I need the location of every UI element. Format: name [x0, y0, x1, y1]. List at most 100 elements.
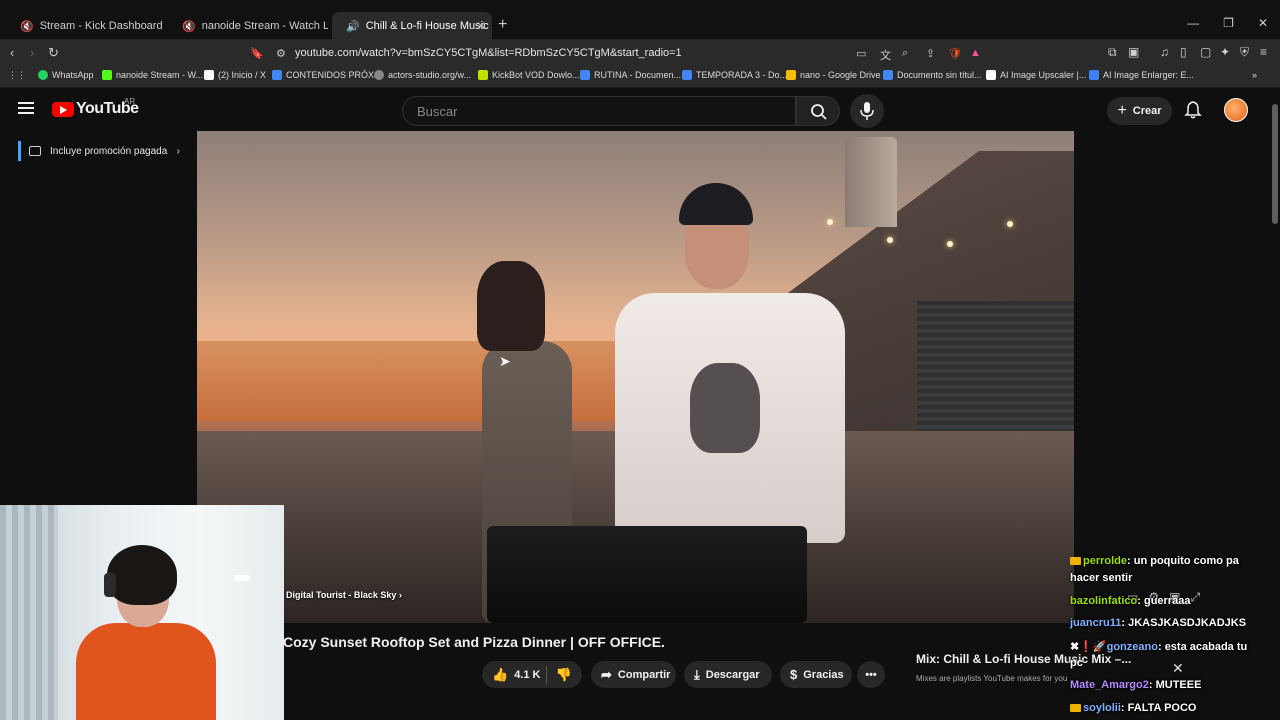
search-input[interactable]: Buscar: [402, 96, 796, 126]
kick-icon: [102, 70, 112, 80]
bookmark-temporada[interactable]: TEMPORADA 3 - Do...: [682, 70, 787, 80]
download-button[interactable]: ⤓ Descargar: [684, 661, 772, 688]
bookmarks-bar: ⋮⋮ WhatsApp nanoide Stream - W... (2) In…: [0, 66, 1280, 88]
bookmark-icon[interactable]: 🔖: [250, 47, 264, 60]
chat-emotes: ✖❗🚀: [1070, 641, 1107, 653]
plus-icon: +: [1117, 102, 1127, 119]
x-icon: [204, 70, 214, 80]
more-horizontal-icon: •••: [865, 668, 877, 681]
close-window-icon[interactable]: ✕: [1258, 16, 1268, 30]
thanks-icon: $: [790, 667, 798, 682]
bookmark-kickbot[interactable]: KickBot VOD Dowlo...: [478, 70, 580, 80]
apps-icon[interactable]: ⋮⋮: [8, 70, 26, 81]
video-scene-window: [917, 301, 1074, 451]
tab-nanoide-stream[interactable]: 🔇 nanoide Stream - Watch Live on: [168, 12, 328, 40]
chevron-right-icon: ›: [398, 590, 402, 600]
voice-search-button[interactable]: [850, 94, 884, 128]
hamburger-menu-icon[interactable]: [18, 102, 34, 114]
chat-message: ✖❗🚀gonzeano: esta acabada tu: [1070, 641, 1248, 653]
tab-kick-dashboard[interactable]: 🔇 Stream - Kick Dashboard: [6, 12, 166, 40]
tab-youtube-mix[interactable]: 🔊 Chill & Lo-fi House Music M ✕: [332, 12, 492, 40]
docs-icon: [682, 70, 692, 80]
thumbs-down-icon[interactable]: 👎: [555, 667, 571, 683]
cast-icon[interactable]: ▭: [856, 47, 866, 60]
mix-subtitle: Mixes are playlists YouTube makes for yo…: [916, 674, 1068, 683]
thumbs-up-icon[interactable]: 👍: [492, 667, 508, 683]
chat-message-continued: hacer sentir: [1070, 572, 1133, 584]
chat-message-continued: pc: [1070, 657, 1083, 669]
search-icon: [811, 104, 827, 120]
mix-playlist-card[interactable]: Mix: Chill & Lo-fi House Music Mix –... …: [904, 642, 1184, 692]
globe-icon: [374, 70, 384, 80]
chat-message: juancru11: JKASJKASDJKADJKS: [1070, 617, 1247, 629]
translate-icon[interactable]: 文: [880, 47, 891, 63]
tab-label: Stream - Kick Dashboard: [39, 20, 163, 32]
thanks-button[interactable]: $ Gracias: [780, 661, 852, 688]
stream-chat-overlay: perrolde: un poquito como pa hacer senti…: [1067, 553, 1277, 720]
browser-toolbar: ‹ › ↻ 🔖 ⚙ youtube.com/watch?v=bmSzCY5CTg…: [0, 40, 1280, 66]
docs-icon: [883, 70, 893, 80]
new-tab-button[interactable]: +: [498, 16, 507, 34]
restore-icon[interactable]: ❐: [1223, 16, 1234, 30]
leo-icon[interactable]: ✦: [1220, 45, 1230, 59]
sidebar-icon[interactable]: ▯: [1180, 45, 1187, 59]
window-controls: — ❐ ✕: [1187, 16, 1280, 30]
minimize-icon[interactable]: —: [1187, 16, 1199, 30]
whatsapp-icon: [38, 70, 48, 80]
reload-icon[interactable]: ↻: [48, 45, 59, 61]
close-tab-icon[interactable]: ✕: [476, 19, 486, 33]
speaker-icon: 🔊: [346, 20, 360, 33]
vpn-icon[interactable]: ⛨: [1240, 45, 1249, 60]
bookmark-ai-upscaler[interactable]: AI Image Upscaler |...: [986, 70, 1086, 80]
ai-icon: [986, 70, 996, 80]
avatar[interactable]: [1224, 98, 1248, 122]
like-count[interactable]: 4.1 K: [514, 669, 540, 681]
youtube-header: YouTube AR Buscar + Crear: [0, 88, 1270, 132]
more-actions-button[interactable]: •••: [857, 661, 885, 688]
site-info-icon[interactable]: ⚙: [276, 47, 286, 60]
back-icon[interactable]: ‹: [10, 45, 14, 60]
mouse-cursor-icon: ➤: [499, 353, 511, 369]
song-chip[interactable]: Digital Tourist - Black Sky ›: [286, 590, 402, 600]
bookmark-x[interactable]: (2) Inicio / X: [204, 70, 266, 80]
tabs-icon[interactable]: ▢: [1200, 45, 1211, 59]
bookmark-rutina[interactable]: RUTINA - Documen...: [580, 70, 681, 80]
search-button[interactable]: [796, 96, 840, 126]
drive-icon: [786, 70, 796, 80]
youtube-logo[interactable]: YouTube AR: [52, 97, 139, 118]
bookmark-contenidos[interactable]: CONTENIDOS PRÓX...: [272, 70, 382, 80]
address-bar[interactable]: 🔖 ⚙ youtube.com/watch?v=bmSzCY5CTgM&list…: [246, 43, 992, 63]
streamer-webcam: [0, 505, 284, 720]
menu-icon[interactable]: ≡: [1260, 45, 1267, 59]
notifications-bell-icon[interactable]: [1184, 101, 1202, 119]
kickbot-icon: [478, 70, 488, 80]
forward-icon[interactable]: ›: [30, 45, 34, 60]
page-scrollbar[interactable]: [1270, 94, 1280, 720]
brave-shield-icon[interactable]: 🛡: [948, 47, 962, 60]
share-button[interactable]: ➦ Compartir: [591, 661, 676, 688]
zoom-icon[interactable]: ⌕: [902, 47, 908, 60]
crown-badge-icon: [1070, 704, 1081, 713]
more-bookmarks-icon[interactable]: »: [1252, 70, 1257, 80]
brave-rewards-icon[interactable]: ▲: [970, 47, 981, 59]
media-icon[interactable]: ♫: [1160, 45, 1169, 59]
chevron-right-icon: ›: [176, 145, 180, 157]
bookmark-nanoide[interactable]: nanoide Stream - W...: [102, 70, 203, 80]
like-dislike-group: 👍 4.1 K 👎: [482, 661, 582, 688]
share-arrow-icon: ➦: [601, 666, 612, 682]
create-button[interactable]: + Crear: [1107, 97, 1172, 125]
bookmark-documento[interactable]: Documento sin títul...: [883, 70, 982, 80]
docs-icon: [580, 70, 590, 80]
share-icon[interactable]: ⇪: [926, 47, 935, 60]
bookmark-actors-studio[interactable]: actors-studio.org/w...: [374, 70, 471, 80]
extensions-icon[interactable]: ⧉: [1108, 45, 1117, 60]
bookmark-ai-enlarger[interactable]: AI Image Enlarger: E...: [1089, 70, 1194, 80]
video-player[interactable]: ➤ Digital Tourist - Black Sky ›: [197, 131, 1074, 623]
wallet-icon[interactable]: ▣: [1128, 45, 1139, 59]
bookmark-google-drive[interactable]: nano - Google Drive: [786, 70, 881, 80]
bookmark-whatsapp[interactable]: WhatsApp: [38, 70, 94, 80]
scrollbar-thumb[interactable]: [1272, 104, 1278, 224]
paid-promotion-notice[interactable]: Incluye promoción pagada ›: [18, 141, 188, 161]
microphone-icon: [860, 102, 874, 120]
chat-message: Mate_Amargo2: MUTEEE: [1070, 679, 1202, 691]
